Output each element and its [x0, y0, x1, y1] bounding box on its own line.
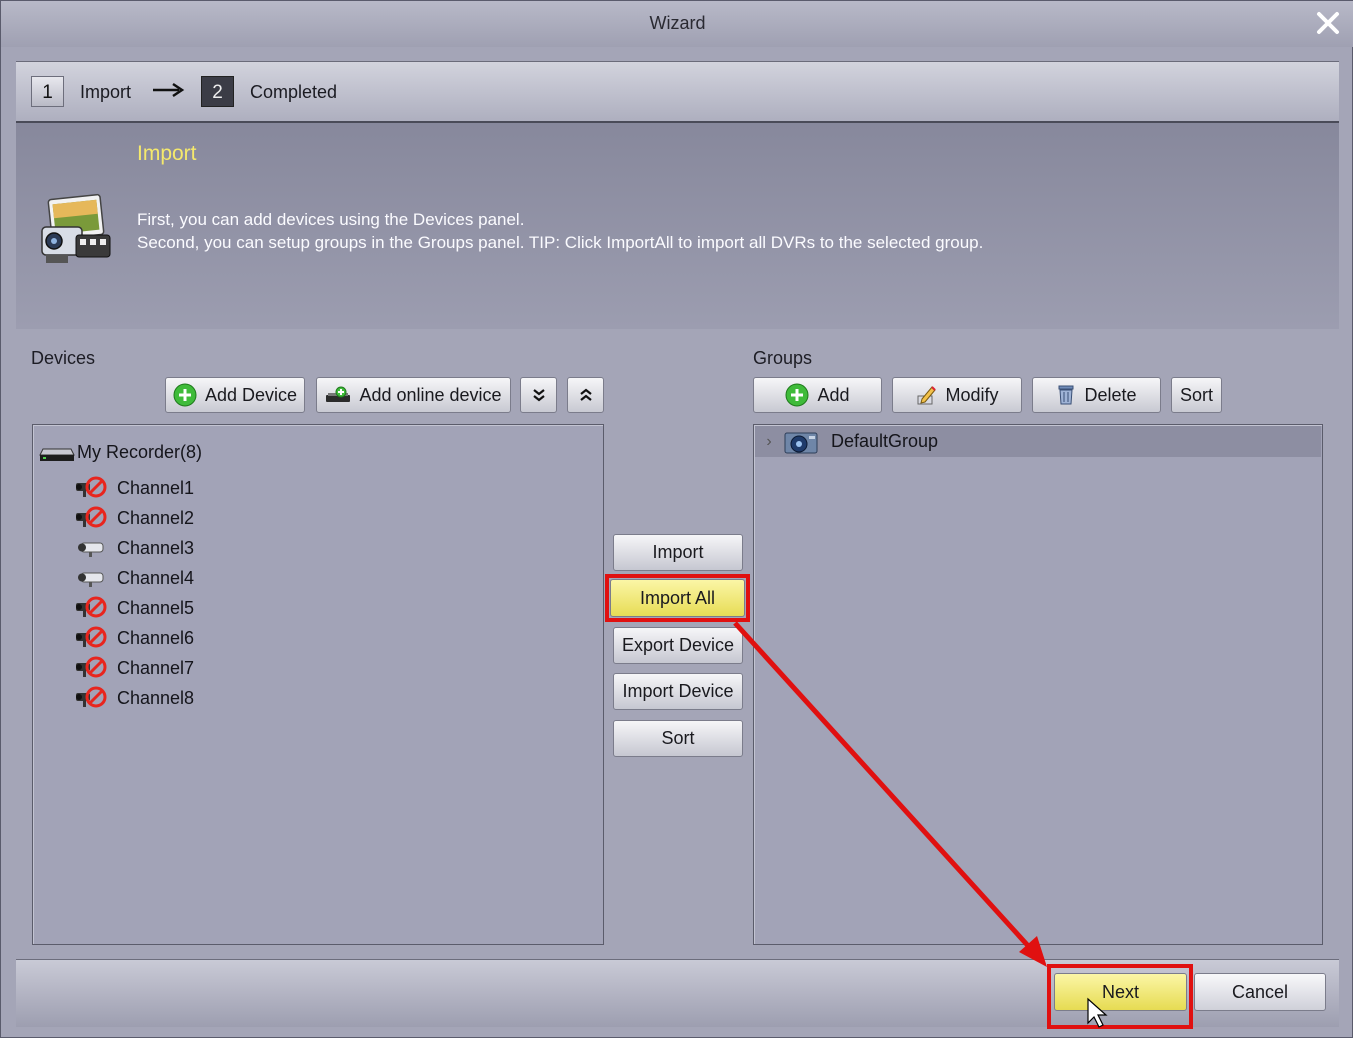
import-button[interactable]: Import [613, 534, 743, 571]
tree-item-channel[interactable]: Channel5 [75, 595, 194, 621]
cancel-button[interactable]: Cancel [1194, 973, 1326, 1011]
channel-label: Channel8 [117, 687, 195, 708]
double-chevron-down-icon [532, 389, 545, 402]
chevron-right-icon[interactable]: › [755, 433, 783, 451]
wizard-steps: 1 Import 2 Completed [16, 61, 1339, 123]
tree-item-channel[interactable]: Channel2 [75, 505, 194, 531]
step-1-number: 1 [31, 76, 64, 107]
channel-label: Channel5 [117, 597, 195, 618]
sort-groups-button[interactable]: Sort [1171, 377, 1222, 413]
group-row-default[interactable]: › DefaultGroup [755, 426, 1321, 457]
media-wizard-icon [41, 193, 111, 263]
channel-label: Channel2 [117, 507, 195, 528]
add-group-button[interactable]: Add [753, 377, 882, 413]
step-2-label: Completed [250, 82, 338, 102]
intro-line-1: First, you can add devices using the Dev… [137, 210, 525, 229]
sort-groups-label: Sort [1179, 384, 1213, 405]
delete-group-label: Delete [1084, 384, 1137, 405]
groups-tree-panel[interactable]: › DefaultGroup [753, 424, 1323, 945]
tree-root-recorder[interactable]: My Recorder(8) [39, 439, 202, 465]
tree-item-channel[interactable]: Channel8 [75, 685, 194, 711]
wizard-window: Wizard 1 Import 2 Completed Import First… [0, 0, 1353, 1038]
intro-panel: Import First, you can add devices using … [16, 123, 1339, 329]
channel-label: Channel4 [117, 567, 195, 588]
double-chevron-up-icon [579, 388, 592, 401]
channel-label: Channel7 [117, 657, 195, 678]
tree-item-channel[interactable]: Channel6 [75, 625, 194, 651]
add-online-device-label: Add online device [359, 384, 502, 405]
export-device-button[interactable]: Export Device [613, 627, 743, 664]
tree-item-channel[interactable]: Channel3 [75, 535, 194, 561]
camera-offline-icon [76, 476, 107, 498]
modify-group-button[interactable]: Modify [892, 377, 1022, 413]
pencil-icon [917, 386, 937, 405]
trash-icon [1058, 385, 1074, 405]
devices-tree-panel[interactable]: My Recorder(8) Channel1 Channel2 Channel… [32, 424, 604, 945]
group-label: DefaultGroup [831, 431, 939, 451]
import-device-button[interactable]: Import Device [613, 673, 743, 710]
camera-offline-icon [76, 626, 107, 648]
step-1-label: Import [80, 82, 132, 102]
devices-label: Devices [31, 348, 96, 368]
arrow-right-icon [153, 82, 185, 98]
import-all-highlight [605, 574, 750, 622]
channel-label: Channel3 [117, 537, 195, 558]
window-title: Wizard [649, 13, 706, 33]
camera-icon [78, 542, 104, 557]
title-bar: Wizard [1, 1, 1353, 47]
recorder-icon [39, 448, 75, 461]
expand-all-button[interactable] [520, 377, 557, 413]
camera-offline-icon [76, 686, 107, 708]
channel-label: Channel6 [117, 627, 195, 648]
add-device-label: Add Device [204, 384, 298, 405]
step-2-number: 2 [201, 76, 234, 107]
tree-root-label: My Recorder(8) [77, 441, 203, 462]
tree-item-channel[interactable]: Channel1 [75, 475, 194, 501]
add-online-device-button[interactable]: Add online device [316, 377, 511, 413]
channel-label: Channel1 [117, 477, 195, 498]
next-highlight [1047, 964, 1193, 1029]
intro-heading: Import [137, 142, 197, 165]
sort-devices-button[interactable]: Sort [613, 720, 743, 757]
online-device-icon [326, 386, 351, 402]
camera-offline-icon [76, 506, 107, 528]
modify-group-label: Modify [945, 384, 999, 405]
plus-circle-icon [173, 383, 197, 407]
add-group-label: Add [817, 384, 850, 405]
camera-offline-icon [76, 656, 107, 678]
groups-label: Groups [753, 348, 813, 368]
add-device-button[interactable]: Add Device [165, 377, 305, 413]
tree-item-channel[interactable]: Channel7 [75, 655, 194, 681]
delete-group-button[interactable]: Delete [1032, 377, 1161, 413]
camera-offline-icon [76, 596, 107, 618]
close-icon[interactable] [1314, 9, 1342, 37]
tree-item-channel[interactable]: Channel4 [75, 565, 194, 591]
collapse-all-button[interactable] [567, 377, 604, 413]
intro-line-2: Second, you can setup groups in the Grou… [137, 233, 984, 252]
group-camera-icon [784, 432, 818, 453]
plus-circle-icon [785, 383, 809, 407]
camera-icon [78, 572, 104, 587]
